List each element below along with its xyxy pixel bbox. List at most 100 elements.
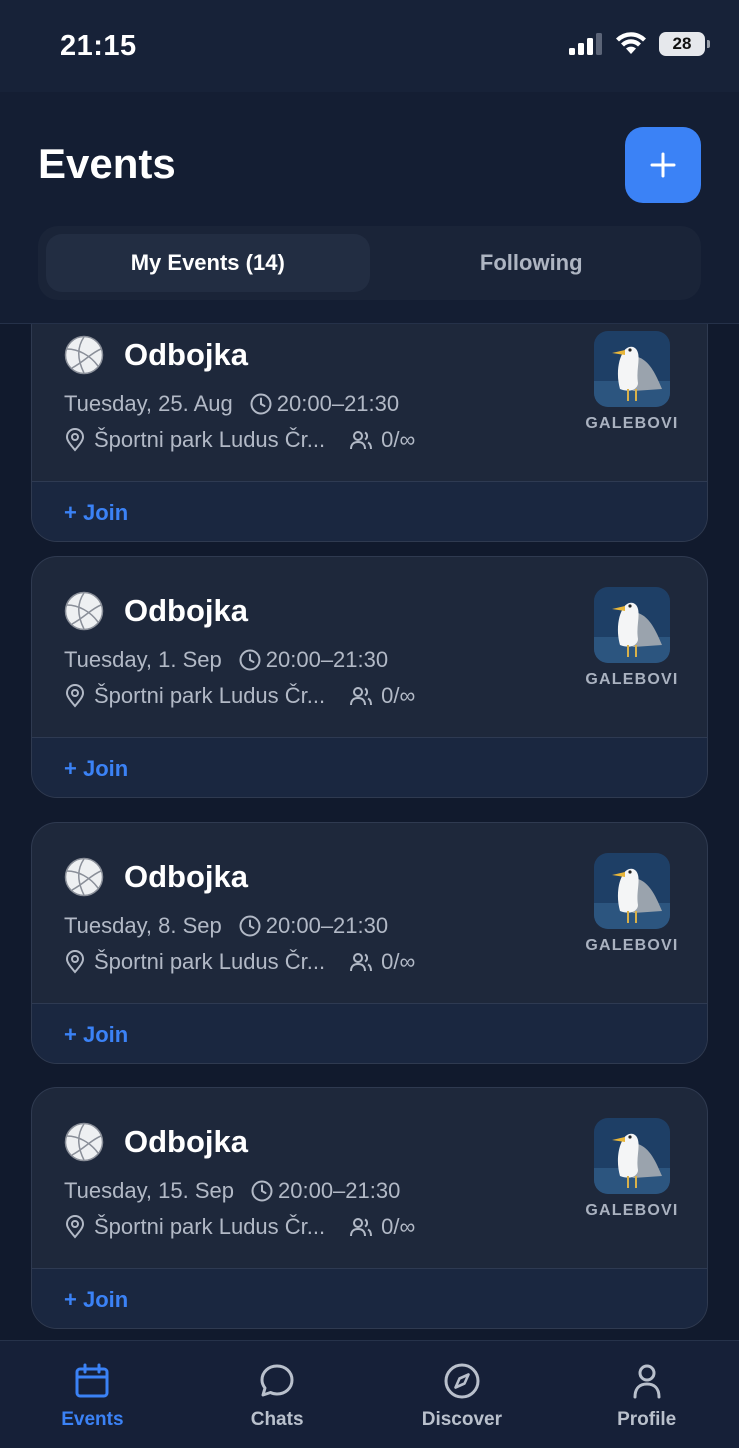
plus-icon (650, 152, 676, 178)
event-card[interactable]: Odbojka Tuesday, 1. Sep 20:00–21:30 Špor… (31, 556, 708, 798)
event-title: Odbojka (124, 1124, 249, 1159)
tab-events[interactable]: Events (0, 1341, 185, 1448)
organizer-avatar[interactable] (594, 587, 670, 663)
people-icon (350, 687, 373, 706)
status-time: 21:15 (60, 30, 137, 62)
event-attendees: 0/∞ (381, 1214, 416, 1239)
status-icons: 28 (569, 32, 710, 56)
tab-label: Discover (421, 1409, 503, 1430)
join-button[interactable]: + Join (64, 500, 128, 526)
compass-icon (444, 1363, 480, 1399)
card-footer: + Join (32, 737, 707, 797)
event-attendees: 0/∞ (381, 427, 416, 452)
seagull-image (594, 587, 670, 663)
event-date: Tuesday, 15. Sep (64, 1178, 234, 1203)
location-pin-icon (65, 950, 85, 974)
tab-profile[interactable]: Profile (554, 1341, 739, 1448)
event-attendees: 0/∞ (381, 683, 416, 708)
event-card[interactable]: Odbojka Tuesday, 25. Aug 20:00–21:30 Špo… (31, 324, 708, 542)
event-date-row: Tuesday, 25. Aug 20:00–21:30 (64, 391, 399, 417)
tab-chats[interactable]: Chats (185, 1341, 370, 1448)
clock-icon (239, 649, 261, 671)
event-list[interactable]: Odbojka Tuesday, 25. Aug 20:00–21:30 Špo… (0, 324, 739, 1340)
clock-icon (239, 915, 261, 937)
event-title: Odbojka (124, 337, 249, 372)
card-footer: + Join (32, 1003, 707, 1063)
tab-discover[interactable]: Discover (370, 1341, 555, 1448)
event-title: Odbojka (124, 859, 249, 894)
battery-icon: 28 (659, 32, 710, 56)
event-location: Športni park Ludus Čr... (94, 1214, 326, 1239)
bottom-tab-bar: Events Chats Discover Profile (0, 1340, 739, 1448)
organizer-name: GALEBOVI (585, 937, 679, 954)
tab-label: Profile (617, 1409, 677, 1430)
person-icon (633, 1364, 661, 1399)
tab-label: Events (61, 1409, 124, 1430)
volleyball-icon (64, 591, 104, 631)
header: Events My Events (14) Following (0, 92, 739, 324)
event-time: 20:00–21:30 (278, 1178, 401, 1203)
seagull-image (594, 853, 670, 929)
join-button[interactable]: + Join (64, 756, 128, 782)
cellular-signal-icon (569, 33, 602, 55)
add-event-button[interactable] (625, 127, 701, 203)
chat-bubble-icon (260, 1364, 294, 1397)
organizer-avatar[interactable] (594, 1118, 670, 1194)
seagull-image (594, 331, 670, 407)
organizer-name: GALEBOVI (585, 415, 679, 432)
event-location-row: Športni park Ludus Čr... 0/∞ (64, 1214, 415, 1240)
card-footer: + Join (32, 481, 707, 541)
event-location: Športni park Ludus Čr... (94, 683, 326, 708)
join-button[interactable]: + Join (64, 1287, 128, 1313)
people-icon (350, 953, 373, 972)
status-bar: 21:15 28 (0, 0, 739, 92)
location-pin-icon (65, 1215, 85, 1239)
segmented-tabs: My Events (14) Following (38, 226, 701, 300)
event-title-row: Odbojka (64, 1122, 248, 1162)
event-card[interactable]: Odbojka Tuesday, 15. Sep 20:00–21:30 Špo… (31, 1087, 708, 1329)
card-footer: + Join (32, 1268, 707, 1328)
event-location: Športni park Ludus Čr... (94, 427, 326, 452)
people-icon (350, 1218, 373, 1237)
event-date: Tuesday, 1. Sep (64, 647, 222, 672)
battery-level: 28 (672, 34, 692, 53)
volleyball-icon (64, 335, 104, 375)
event-title-row: Odbojka (64, 591, 248, 631)
page-title: Events (38, 140, 176, 187)
tab-my-events[interactable]: My Events (14) (46, 234, 370, 292)
volleyball-icon (64, 1122, 104, 1162)
location-pin-icon (65, 684, 85, 708)
event-date: Tuesday, 25. Aug (64, 391, 233, 416)
calendar-icon (75, 1363, 109, 1398)
event-title-row: Odbojka (64, 335, 248, 375)
location-pin-icon (65, 428, 85, 452)
event-date: Tuesday, 8. Sep (64, 913, 222, 938)
event-time: 20:00–21:30 (265, 647, 389, 672)
event-date-row: Tuesday, 1. Sep 20:00–21:30 (64, 647, 388, 673)
event-location-row: Športni park Ludus Čr... 0/∞ (64, 949, 415, 975)
organizer-avatar[interactable] (594, 853, 670, 929)
clock-icon (250, 393, 272, 415)
event-title-row: Odbojka (64, 857, 248, 897)
event-date-row: Tuesday, 15. Sep 20:00–21:30 (64, 1178, 400, 1204)
organizer-avatar[interactable] (594, 331, 670, 407)
organizer-name: GALEBOVI (585, 1202, 679, 1219)
event-time: 20:00–21:30 (265, 913, 389, 938)
tab-following[interactable]: Following (370, 234, 694, 292)
event-date-row: Tuesday, 8. Sep 20:00–21:30 (64, 913, 388, 939)
volleyball-icon (64, 857, 104, 897)
organizer-name: GALEBOVI (585, 671, 679, 688)
seagull-image (594, 1118, 670, 1194)
event-time: 20:00–21:30 (276, 391, 400, 416)
event-location-row: Športni park Ludus Čr... 0/∞ (64, 683, 415, 709)
tab-label: Chats (250, 1409, 304, 1430)
event-location: Športni park Ludus Čr... (94, 949, 326, 974)
clock-icon (251, 1180, 273, 1202)
event-title: Odbojka (124, 593, 249, 628)
wifi-icon (616, 32, 646, 54)
event-card[interactable]: Odbojka Tuesday, 8. Sep 20:00–21:30 Špor… (31, 822, 708, 1064)
event-attendees: 0/∞ (381, 949, 416, 974)
event-location-row: Športni park Ludus Čr... 0/∞ (64, 427, 415, 453)
join-button[interactable]: + Join (64, 1022, 128, 1048)
people-icon (350, 431, 373, 450)
